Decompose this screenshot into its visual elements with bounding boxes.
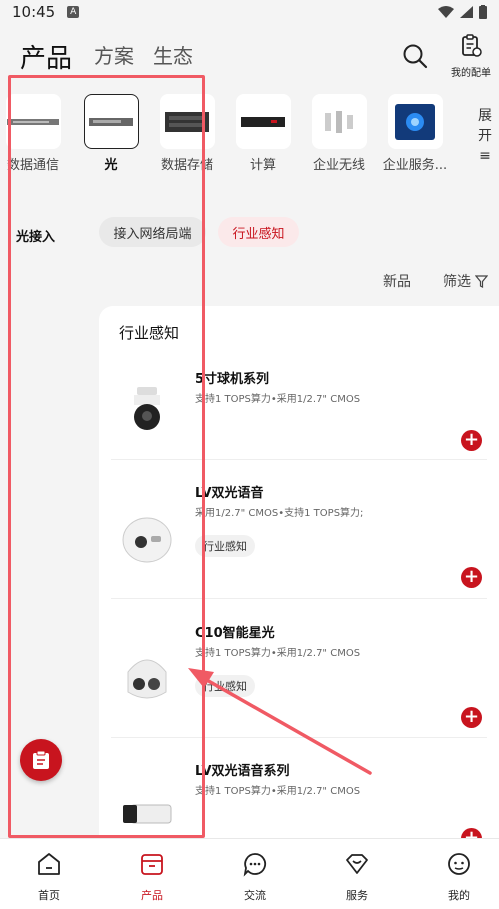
category-strip: 数据通信 光 数据存储 计算 企业无线 企业服务... 展 开 ≡ <box>0 94 499 180</box>
my-order-button[interactable]: 我的配单 <box>446 34 496 80</box>
notification-icon: A <box>67 6 80 18</box>
chip-access-network[interactable]: 接入网络局端 <box>99 217 206 247</box>
category-data-comm[interactable]: 数据通信 <box>0 94 68 173</box>
product-image <box>119 784 175 844</box>
wifi-icon <box>438 6 454 18</box>
nav-label: 产品 <box>141 889 163 902</box>
nav-mine[interactable]: 我的 <box>429 851 489 903</box>
tab-solutions[interactable]: 方案 <box>94 40 134 69</box>
category-storage[interactable]: 数据存储 <box>152 94 222 173</box>
category-wireless[interactable]: 企业无线 <box>304 94 374 173</box>
expand-button[interactable]: 展 开 ≡ <box>474 106 496 166</box>
divider <box>111 459 487 460</box>
expand-label: 展 <box>478 108 492 124</box>
category-image <box>311 94 367 149</box>
status-icons <box>438 5 487 19</box>
search-icon <box>403 44 428 69</box>
nav-products[interactable]: 产品 <box>122 851 182 903</box>
new-products-button[interactable]: 新品 <box>383 271 411 291</box>
filter-label: 筛选 <box>443 274 471 290</box>
product-desc: 采用1/2.7" CMOS•支持1 TOPS算力; <box>195 508 364 519</box>
category-label: 数据通信 <box>6 158 59 173</box>
signal-icon <box>460 6 473 18</box>
product-name: C10智能星光 <box>195 626 275 641</box>
status-bar: 10:45 A <box>0 0 499 24</box>
product-tag: 行业感知 <box>195 675 255 697</box>
filter-button[interactable]: 筛选 <box>443 271 488 291</box>
category-label: 计算 <box>249 158 276 173</box>
nav-home[interactable]: 首页 <box>19 851 79 903</box>
chip-industry-sensing[interactable]: 行业感知 <box>218 217 299 247</box>
tab-ecosystem[interactable]: 生态 <box>153 40 193 69</box>
my-order-label: 我的配单 <box>451 68 491 79</box>
product-image <box>119 380 175 440</box>
category-image <box>5 94 61 149</box>
bottom-nav: 首页 产品 交流 服务 我的 <box>0 838 499 909</box>
product-item[interactable]: LV双光语音 采用1/2.7" CMOS•支持1 TOPS算力; 行业感知 + <box>99 478 499 598</box>
box-icon <box>141 854 163 875</box>
category-label: 企业无线 <box>312 158 365 173</box>
category-optical[interactable]: 光 <box>76 94 146 173</box>
nav-label: 服务 <box>346 889 368 902</box>
divider <box>111 598 487 599</box>
battery-icon <box>479 5 487 19</box>
nav-label: 我的 <box>448 889 470 902</box>
panel-title: 行业感知 <box>119 324 180 342</box>
expand-icon: ≡ <box>479 148 491 164</box>
product-item[interactable]: LV双光语音系列 支持1 TOPS算力•采用1/2.7" CMOS + <box>99 756 499 846</box>
left-nav-item-optical-access[interactable]: 光接入 <box>16 226 55 245</box>
tab-products[interactable]: 产品 <box>20 38 72 75</box>
product-name: 5寸球机系列 <box>195 372 270 387</box>
clipboard-icon <box>462 34 482 57</box>
category-image <box>235 94 291 149</box>
category-services[interactable]: 企业服务... <box>380 94 450 173</box>
product-item[interactable]: 5寸球机系列 支持1 TOPS算力•采用1/2.7" CMOS + <box>99 360 499 460</box>
product-panel: 行业感知 5寸球机系列 支持1 TOPS算力•采用1/2.7" CMOS + L… <box>99 306 499 846</box>
category-compute[interactable]: 计算 <box>228 94 298 173</box>
add-to-order-button[interactable]: + <box>461 430 482 451</box>
category-label: 光 <box>104 158 118 173</box>
product-desc: 支持1 TOPS算力•采用1/2.7" CMOS <box>195 648 361 659</box>
nav-label: 首页 <box>38 889 60 902</box>
category-label: 数据存储 <box>160 158 213 173</box>
category-image <box>159 94 215 149</box>
add-to-order-button[interactable]: + <box>461 567 482 588</box>
product-item[interactable]: C10智能星光 支持1 TOPS算力•采用1/2.7" CMOS 行业感知 + <box>99 618 499 738</box>
category-label: 企业服务... <box>382 158 448 173</box>
product-desc: 支持1 TOPS算力•采用1/2.7" CMOS <box>195 394 361 405</box>
profile-icon <box>448 853 470 875</box>
product-image <box>119 648 175 708</box>
category-image <box>387 94 443 149</box>
nav-label: 交流 <box>244 889 266 902</box>
product-image <box>119 510 175 570</box>
home-icon <box>38 853 60 875</box>
nav-community[interactable]: 交流 <box>225 851 285 903</box>
chat-icon <box>243 853 267 877</box>
product-name: LV双光语音 <box>195 486 264 501</box>
nav-service[interactable]: 服务 <box>327 851 387 903</box>
floating-order-button[interactable] <box>20 739 62 781</box>
service-icon <box>346 854 368 874</box>
category-image <box>83 94 139 149</box>
filter-icon <box>475 274 488 288</box>
header: 产品 方案 生态 我的配单 <box>0 30 499 86</box>
status-time: 10:45 <box>12 3 56 21</box>
product-tag: 行业感知 <box>195 535 255 557</box>
divider <box>111 737 487 738</box>
add-to-order-button[interactable]: + <box>461 707 482 728</box>
product-name: LV双光语音系列 <box>195 764 290 779</box>
clipboard-icon <box>33 750 49 769</box>
product-desc: 支持1 TOPS算力•采用1/2.7" CMOS <box>195 786 361 797</box>
search-button[interactable] <box>401 42 429 70</box>
expand-label: 开 <box>478 128 492 144</box>
